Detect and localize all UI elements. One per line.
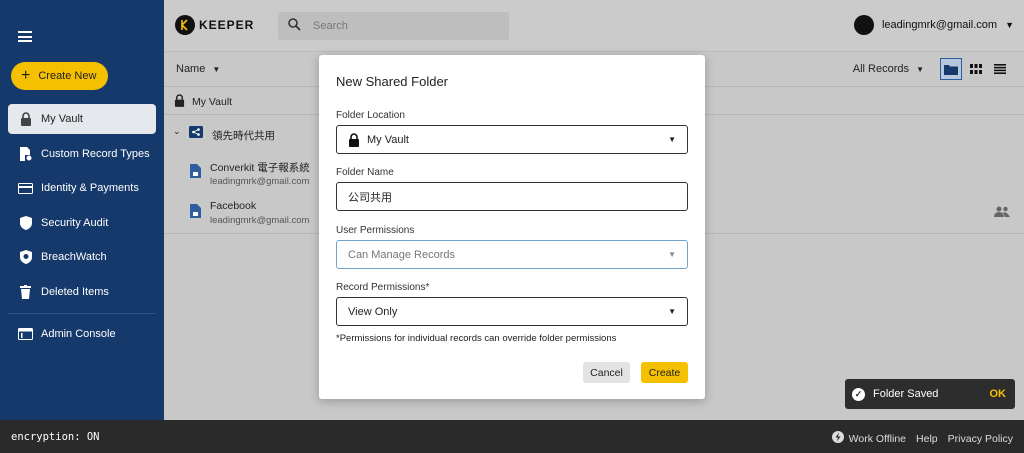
lock-icon: [174, 94, 185, 110]
record-subtitle: leadingmrk@gmail.com: [210, 176, 310, 187]
folder-name-field[interactable]: 公司共用: [336, 182, 688, 211]
sidebar-item-my-vault[interactable]: My Vault: [8, 104, 156, 134]
footer-links: Work Offline Help Privacy Policy: [831, 431, 1013, 446]
records-filter-dropdown[interactable]: All Records ▼: [853, 63, 924, 75]
folder-location-label: Folder Location: [336, 110, 405, 121]
chevron-down-icon: ▼: [668, 307, 676, 316]
encryption-status: encryption: ON: [11, 431, 100, 443]
sidebar-item-label: My Vault: [41, 113, 83, 125]
permissions-note: *Permissions for individual records can …: [336, 333, 617, 344]
folder-location-value: My Vault: [367, 133, 409, 146]
grid-view-button[interactable]: [965, 58, 987, 80]
shield-icon: [18, 216, 33, 231]
create-button[interactable]: Create: [641, 362, 688, 383]
brand-name: KEEPER: [199, 18, 255, 32]
sidebar-item-security-audit[interactable]: Security Audit: [8, 208, 156, 238]
record-permissions-select[interactable]: View Only ▼: [336, 297, 688, 326]
search-placeholder: Search: [313, 20, 348, 32]
sidebar-item-deleted-items[interactable]: Deleted Items: [8, 277, 156, 307]
chevron-down-icon: ▼: [1005, 20, 1014, 30]
avatar: [853, 15, 874, 35]
lock-icon: [18, 112, 33, 127]
folder-name-value: 公司共用: [348, 191, 392, 204]
record-file-icon: [190, 204, 201, 221]
create-new-button[interactable]: + Create New: [11, 62, 108, 90]
grid-icon: [970, 64, 982, 74]
work-offline-link[interactable]: Work Offline: [849, 433, 906, 445]
create-new-label: Create New: [38, 70, 97, 82]
user-permissions-value: Can Manage Records: [348, 248, 456, 261]
sidebar-item-label: Security Audit: [41, 217, 109, 229]
help-link[interactable]: Help: [916, 433, 938, 445]
sidebar-item-admin-console[interactable]: Admin Console: [8, 319, 156, 349]
chevron-down-icon: ▼: [212, 65, 221, 74]
console-icon: [18, 327, 33, 342]
keeper-logo-icon: [175, 15, 195, 35]
user-permissions-label: User Permissions: [336, 225, 415, 236]
search-icon: [288, 18, 301, 34]
sidebar-item-label: BreachWatch: [41, 251, 107, 263]
folder-location-select[interactable]: My Vault ▼: [336, 125, 688, 154]
trash-icon: [18, 285, 33, 300]
toast-notification: ✓ Folder Saved OK: [845, 379, 1015, 409]
search-input[interactable]: Search: [278, 12, 509, 40]
user-permissions-select[interactable]: Can Manage Records ▼: [336, 240, 688, 269]
lock-icon: [348, 132, 360, 147]
sidebar-item-custom-record-types[interactable]: Custom Record Types: [8, 139, 156, 169]
top-bar: KEEPER Search leadingmrk@gmail.com ▼: [164, 0, 1024, 52]
shared-users-icon: [994, 206, 1010, 220]
chevron-down-icon: ▼: [668, 250, 676, 259]
record-subtitle: leadingmrk@gmail.com: [210, 215, 310, 226]
chevron-down-icon: ▼: [916, 65, 924, 74]
sidebar-item-label: Admin Console: [41, 328, 116, 340]
folder-name-label: Folder Name: [336, 167, 394, 178]
sidebar-item-label: Custom Record Types: [41, 148, 150, 160]
toast-ok-button[interactable]: OK: [990, 388, 1007, 400]
name-sort-button[interactable]: Name ▼: [176, 63, 220, 75]
shared-folder-label: 領先時代共用: [212, 130, 275, 142]
plus-icon: +: [21, 67, 31, 84]
new-shared-folder-dialog: New Shared Folder Folder Location My Vau…: [319, 55, 705, 399]
vault-root-label: My Vault: [192, 96, 233, 108]
record-permissions-value: View Only: [348, 305, 398, 318]
breachwatch-icon: [18, 250, 33, 265]
filter-label: All Records: [852, 63, 910, 75]
list-icon: [994, 64, 1006, 74]
check-circle-icon: ✓: [852, 387, 865, 401]
keeper-logo: KEEPER: [175, 15, 254, 35]
sidebar-item-breachwatch[interactable]: BreachWatch: [8, 242, 156, 272]
chevron-down-icon: ▼: [668, 135, 676, 144]
bolt-icon: [831, 431, 844, 446]
sort-label: Name: [176, 63, 206, 75]
toast-message: Folder Saved: [873, 388, 939, 400]
cancel-button[interactable]: Cancel: [583, 362, 630, 383]
record-permissions-label: Record Permissions*: [336, 282, 430, 293]
account-menu[interactable]: leadingmrk@gmail.com ▼: [853, 15, 1014, 35]
status-bar: encryption: ON Work Offline Help Privacy…: [0, 420, 1024, 453]
sidebar: + Create New My Vault Custom Record Type…: [0, 0, 164, 420]
sidebar-item-identity-payments[interactable]: Identity & Payments: [8, 173, 156, 203]
sidebar-divider: [8, 313, 156, 314]
sidebar-item-label: Identity & Payments: [41, 182, 139, 194]
folder-view-button[interactable]: [940, 58, 962, 80]
list-view-button[interactable]: [989, 58, 1011, 80]
sidebar-item-label: Deleted Items: [41, 286, 109, 298]
record-title: Facebook: [210, 200, 257, 212]
privacy-policy-link[interactable]: Privacy Policy: [948, 433, 1013, 445]
menu-icon[interactable]: [18, 31, 32, 42]
dialog-title: New Shared Folder: [336, 74, 448, 89]
record-title: Converkit 電子報系統: [210, 162, 310, 174]
account-email: leadingmrk@gmail.com: [881, 19, 998, 31]
doc-gear-icon: [18, 147, 33, 162]
card-icon: [18, 181, 33, 196]
shared-folder-icon: [189, 126, 203, 141]
folder-icon: [944, 64, 958, 75]
chevron-down-icon: ⌄: [173, 126, 181, 136]
record-file-icon: [190, 164, 201, 181]
